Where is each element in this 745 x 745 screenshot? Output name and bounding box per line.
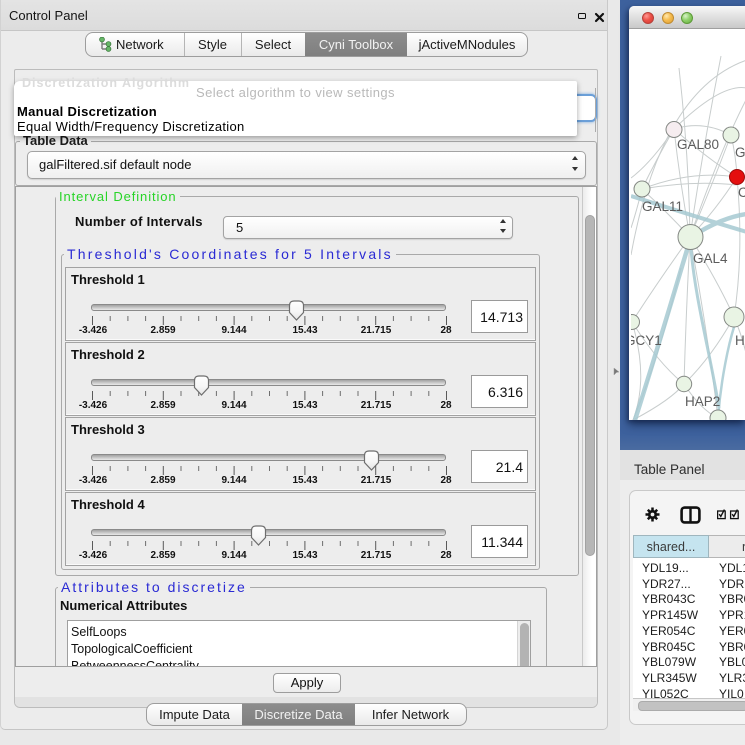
svg-text:GCY1: GCY1 — [631, 333, 662, 348]
svg-text:GAL80: GAL80 — [677, 137, 719, 152]
svg-text:C: C — [738, 185, 745, 200]
svg-text:H: H — [735, 333, 745, 348]
svg-text:GA: GA — [735, 145, 745, 160]
svg-text:HAP2: HAP2 — [685, 394, 720, 409]
svg-text:GAL11: GAL11 — [642, 199, 683, 214]
svg-text:GAL4: GAL4 — [693, 251, 728, 266]
